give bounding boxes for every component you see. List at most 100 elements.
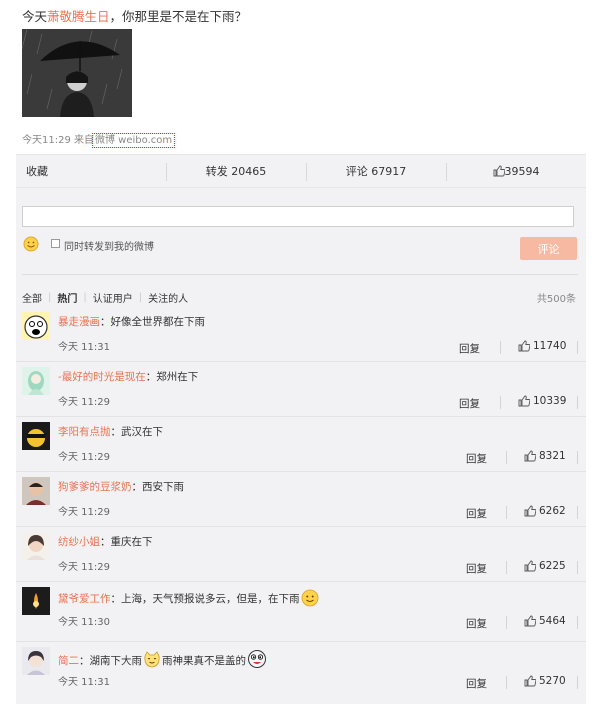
thumbs-up-icon [524, 450, 536, 462]
source-link[interactable]: 微博 weibo.com [91, 133, 176, 148]
like-count: 6262 [539, 505, 566, 517]
post-image[interactable] [22, 29, 132, 117]
avatar[interactable] [22, 367, 50, 395]
comment-time: 今天 11:29 [58, 562, 110, 573]
like-count: 10339 [533, 395, 567, 407]
comment-time: 今天 11:30 [58, 617, 110, 628]
comment-body-2: 雨神果真不是盖的 [162, 655, 246, 667]
post-time-source: 今天11:29 来自 [22, 135, 94, 146]
repost-checkbox[interactable] [51, 239, 60, 248]
comment-user[interactable]: 黛爷爱工作 [58, 593, 111, 605]
comment-user[interactable]: 暴走漫画 [58, 316, 100, 328]
submit-comment-button[interactable]: 评论 [520, 237, 577, 260]
avatar[interactable] [22, 477, 50, 505]
comment-body: 西安下雨 [142, 481, 184, 493]
like-button[interactable]: 39594 [446, 155, 586, 187]
divider [506, 561, 507, 574]
favorite-button[interactable]: 收藏 [16, 155, 166, 187]
comment-text: 纺纱小姐：重庆在下 [58, 536, 153, 548]
cat-emoji-icon [144, 651, 160, 668]
comment-text: 暴走漫画：好像全世界都在下雨 [58, 316, 206, 328]
comment-button[interactable]: 评论 67917 [306, 155, 446, 187]
divider [577, 396, 578, 409]
comment-like-button[interactable]: 8321 [524, 450, 566, 462]
comment-like-button[interactable]: 11740 [518, 340, 566, 352]
smiley-emoji-icon [301, 589, 318, 607]
filter-following[interactable]: 关注的人 [142, 290, 194, 305]
divider [577, 616, 578, 629]
comment-like-button[interactable]: 5464 [524, 615, 566, 627]
divider [577, 506, 578, 519]
filter-verified[interactable]: 认证用户 [87, 290, 139, 305]
thumbs-up-icon [524, 615, 536, 627]
comment-like-button[interactable]: 6225 [524, 560, 566, 572]
divider [506, 451, 507, 464]
divider [577, 561, 578, 574]
divider [577, 676, 578, 689]
comment-time: 今天 11:31 [58, 342, 110, 353]
divider [506, 676, 507, 689]
avatar[interactable] [22, 422, 50, 450]
comment-like-button[interactable]: 6262 [524, 505, 566, 517]
comment-body: 武汉在下 [121, 426, 163, 438]
reply-button[interactable]: 回复 [459, 396, 480, 411]
like-count: 5270 [539, 675, 566, 687]
comment-panel: 同时转发到我的微博 评论 全部 | 热门 | 认证用户 | 关注的人 共500条 暴走… [16, 188, 586, 704]
reply-button[interactable]: 回复 [466, 561, 487, 576]
thumbs-up-icon [524, 505, 536, 517]
comment-user[interactable]: 简二 [58, 655, 79, 667]
filter-all[interactable]: 全部 [22, 290, 48, 305]
comment-list: 暴走漫画：好像全世界都在下雨 今天 11:31 回复 11740 -最好的时光是… [16, 307, 586, 697]
thumbs-up-icon [524, 560, 536, 572]
avatar[interactable] [22, 647, 50, 675]
avatar[interactable] [22, 532, 50, 560]
post-meta: 今天11:29 来自微博 weibo.com [22, 131, 176, 148]
thumbs-up-icon [518, 395, 530, 407]
divider [577, 451, 578, 464]
comment-time: 今天 11:31 [58, 677, 110, 688]
comment-body: 重庆在下 [110, 536, 153, 548]
comment-user[interactable]: 李阳有点抛 [58, 426, 111, 438]
comment-item: -最好的时光是现在：郑州在下 今天 11:29 回复 10339 [16, 362, 586, 417]
reply-button[interactable]: 回复 [466, 451, 487, 466]
crazy-face-emoji-icon [248, 650, 266, 668]
reply-button[interactable]: 回复 [466, 676, 487, 691]
comment-total: 共500条 [536, 294, 576, 305]
avatar[interactable] [22, 312, 50, 340]
post-text-before: 今天 [22, 9, 48, 24]
topic-link[interactable]: 萧敬腾生日 [47, 9, 110, 24]
avatar[interactable] [22, 587, 50, 615]
comment-time: 今天 11:29 [58, 452, 110, 463]
comment-like-button[interactable]: 5270 [524, 675, 566, 687]
post-text: 今天萧敬腾生日，你那里是不是在下雨？ [22, 6, 247, 25]
comment-item: 暴走漫画：好像全世界都在下雨 今天 11:31 回复 11740 [16, 307, 586, 362]
comment-text: 李阳有点抛：武汉在下 [58, 426, 163, 438]
reply-button[interactable]: 回复 [466, 616, 487, 631]
comment-time: 今天 11:29 [58, 397, 110, 408]
comment-user[interactable]: 狗爹爹的豆浆奶 [58, 481, 132, 493]
like-count: 8321 [539, 450, 566, 462]
reply-button[interactable]: 回复 [459, 341, 480, 356]
comment-text: 黛爷爱工作：上海，天气预报说多云，但是，在下雨 [58, 589, 320, 607]
reply-button[interactable]: 回复 [466, 506, 487, 521]
emoji-icon[interactable] [23, 236, 39, 252]
divider [577, 341, 578, 354]
thumbs-up-icon [493, 165, 505, 177]
comment-item: 狗爹爹的豆浆奶：西安下雨 今天 11:29 回复 6262 [16, 472, 586, 527]
comment-body: 好像全世界都在下雨 [110, 316, 206, 328]
comment-body: 上海，天气预报说多云，但是，在下雨 [121, 593, 300, 605]
comment-body: 湖南下大雨 [89, 655, 143, 667]
repost-button[interactable]: 转发 20465 [166, 155, 306, 187]
comment-text: -最好的时光是现在：郑州在下 [58, 371, 199, 383]
comment-input[interactable] [22, 206, 574, 227]
divider [506, 616, 507, 629]
comment-text: 简二：湖南下大雨 雨神果真不是盖的 [58, 649, 268, 669]
comment-text: 狗爹爹的豆浆奶：西安下雨 [58, 481, 184, 493]
comment-user[interactable]: 纺纱小姐 [58, 536, 100, 548]
like-count: 11740 [533, 340, 567, 352]
comment-like-button[interactable]: 10339 [518, 395, 566, 407]
comment-filters: 全部 | 热门 | 认证用户 | 关注的人 [22, 290, 194, 305]
filter-hot[interactable]: 热门 [51, 290, 83, 305]
comment-user[interactable]: -最好的时光是现在 [58, 371, 146, 383]
like-count: 6225 [539, 560, 566, 572]
